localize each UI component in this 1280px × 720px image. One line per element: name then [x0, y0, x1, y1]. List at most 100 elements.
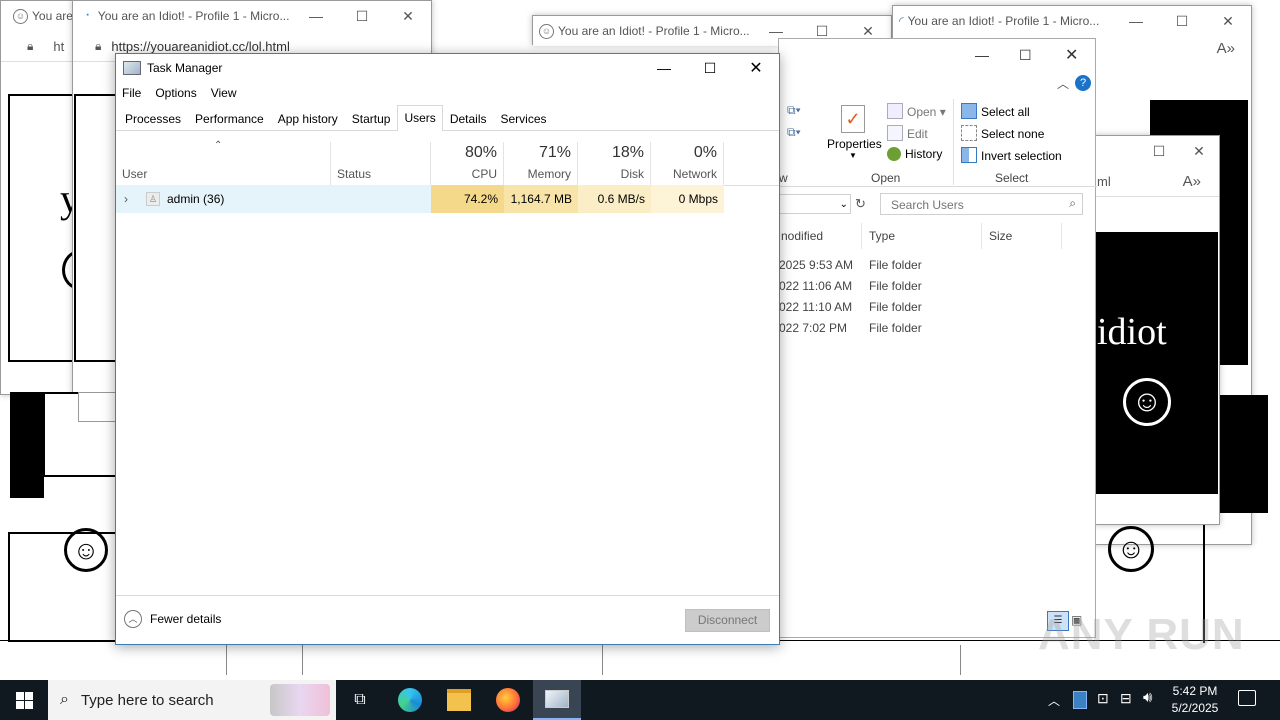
- browser-window-idiot[interactable]: ☐ ✕ ml A» idiot ☺: [1094, 135, 1220, 525]
- table-row[interactable]: › ♙ admin (36) 74.2% 1,164.7 MB 0.6 MB/s…: [116, 185, 724, 213]
- column-header-status[interactable]: Status: [331, 142, 431, 185]
- column-header-size[interactable]: Size: [989, 229, 1012, 243]
- file-row[interactable]: 022 11:10 AM File folder: [779, 300, 1079, 320]
- select-none-button[interactable]: Select none: [961, 125, 1044, 141]
- show-hidden-icons-button[interactable]: ︿: [1048, 692, 1060, 709]
- column-header-disk[interactable]: 18% Disk: [578, 142, 651, 185]
- close-button[interactable]: ✕: [1065, 45, 1078, 65]
- task-manager-titlebar[interactable]: Task Manager — ☐ ✕: [116, 54, 779, 82]
- file-row[interactable]: 022 11:06 AM File folder: [779, 279, 1079, 299]
- task-manager-taskbar-button[interactable]: [533, 680, 581, 720]
- column-separator: [981, 223, 982, 249]
- maximize-button[interactable]: ☐: [1019, 47, 1032, 64]
- column-header-type[interactable]: Type: [869, 229, 895, 243]
- firefox-taskbar-button[interactable]: [484, 680, 532, 720]
- tab-services[interactable]: Services: [494, 106, 554, 131]
- tab-users[interactable]: Users: [397, 105, 443, 131]
- menu-file[interactable]: File: [122, 86, 141, 100]
- idiot-popup-box: [8, 94, 78, 362]
- tab-performance[interactable]: Performance: [188, 106, 271, 131]
- tab-processes[interactable]: Processes: [118, 106, 188, 131]
- edit-icon: [887, 125, 903, 141]
- copy-path-icon[interactable]: ⧉▾: [787, 103, 801, 118]
- browser-title-3: You are an Idiot! - Profile 1 - Micro...: [558, 24, 750, 38]
- taskbar: ⌕ Type here to search ⧉ ︿ ⊡ ⊟ 🔊︎ 5:42 PM…: [0, 680, 1280, 720]
- properties-icon[interactable]: ✓: [841, 105, 865, 133]
- wired-network-icon[interactable]: ⊟: [1120, 690, 1132, 707]
- properties-button[interactable]: Properties: [827, 137, 882, 151]
- history-button[interactable]: History: [887, 147, 942, 161]
- minimize-button[interactable]: —: [975, 47, 989, 63]
- invert-selection-button[interactable]: Invert selection: [961, 147, 1062, 163]
- tab-startup[interactable]: Startup: [345, 106, 398, 131]
- file-modified: 022 7:02 PM: [779, 321, 848, 335]
- cpu-cell: 74.2%: [431, 185, 504, 213]
- minimize-button[interactable]: —: [641, 53, 687, 83]
- task-manager-window[interactable]: Task Manager — ☐ ✕ File Options View Pro…: [115, 53, 780, 645]
- anyrun-watermark: ANY RUN: [1038, 610, 1245, 659]
- close-button[interactable]: ✕: [1205, 6, 1251, 36]
- paste-shortcut-icon[interactable]: ⧉▾: [787, 125, 801, 140]
- address-dropdown[interactable]: ⌄: [779, 194, 851, 214]
- fewer-details-button[interactable]: ︿ Fewer details: [124, 610, 221, 628]
- disconnect-button[interactable]: Disconnect: [685, 609, 770, 632]
- network-status-icon[interactable]: [1073, 691, 1087, 709]
- edge-taskbar-button[interactable]: [386, 680, 434, 720]
- file-type: File folder: [869, 258, 922, 272]
- close-button[interactable]: ✕: [385, 1, 431, 31]
- help-icon[interactable]: ?: [1075, 75, 1091, 91]
- column-header-user[interactable]: ⌃ User: [116, 140, 331, 185]
- column-header-network[interactable]: 0% Network: [651, 142, 724, 185]
- ribbon-group-select: Select: [995, 171, 1029, 185]
- history-icon: [887, 147, 901, 161]
- collapse-ribbon-icon[interactable]: ︿: [1057, 75, 1069, 92]
- file-row[interactable]: 2025 9:53 AM File folder: [779, 258, 1079, 278]
- search-highlight-owl-icon: [270, 684, 330, 716]
- meet-now-icon[interactable]: ⊡: [1097, 690, 1109, 707]
- file-modified: 022 11:10 AM: [779, 300, 853, 314]
- open-button[interactable]: Open ▾: [887, 103, 946, 119]
- smiley-icon: ☺: [539, 23, 554, 39]
- invert-selection-label: Invert selection: [981, 149, 1062, 163]
- minimize-button[interactable]: —: [1113, 6, 1159, 36]
- close-button[interactable]: ✕: [1179, 136, 1219, 166]
- clock[interactable]: 5:42 PM 5/2/2025: [1168, 683, 1222, 717]
- menu-view[interactable]: View: [211, 86, 237, 100]
- select-none-label: Select none: [981, 127, 1045, 141]
- task-view-icon: ⧉: [354, 691, 366, 708]
- taskbar-search-box[interactable]: ⌕ Type here to search: [48, 680, 336, 720]
- column-header-memory[interactable]: 71% Memory: [504, 142, 578, 185]
- read-aloud-icon[interactable]: A»: [1217, 40, 1235, 57]
- edit-button[interactable]: Edit: [887, 125, 928, 141]
- tab-details[interactable]: Details: [443, 106, 494, 131]
- start-button[interactable]: [0, 680, 48, 720]
- search-input[interactable]: [889, 197, 1063, 213]
- address-bar[interactable]: https://youareanidiot.cc/lol.html: [111, 39, 289, 54]
- maximize-button[interactable]: ☐: [687, 53, 733, 83]
- task-manager-title: Task Manager: [147, 61, 223, 75]
- notifications-icon[interactable]: [1238, 690, 1256, 706]
- menu-options[interactable]: Options: [155, 86, 196, 100]
- properties-dropdown-icon[interactable]: ▼: [849, 151, 857, 160]
- maximize-button[interactable]: ☐: [1159, 6, 1205, 36]
- close-button[interactable]: ✕: [733, 53, 779, 83]
- ribbon-bottom-border: [779, 186, 1097, 187]
- expand-chevron-icon[interactable]: ›: [124, 185, 128, 213]
- maximize-button[interactable]: ☐: [339, 1, 385, 31]
- task-view-button[interactable]: ⧉: [336, 680, 384, 720]
- read-aloud-icon[interactable]: A»: [1183, 173, 1201, 190]
- disk-total-percent: 18%: [611, 144, 644, 161]
- column-header-modified[interactable]: nodified: [781, 229, 823, 243]
- file-explorer-window[interactable]: — ☐ ✕ ︿ ? ⧉▾ ⧉▾ w ✓ Properties ▼ Open ▾ …: [778, 38, 1097, 638]
- select-all-button[interactable]: Select all: [961, 103, 1030, 119]
- file-row[interactable]: 022 7:02 PM File folder: [779, 321, 1079, 341]
- maximize-button[interactable]: ☐: [1139, 136, 1179, 166]
- refresh-icon[interactable]: ↻: [855, 196, 866, 212]
- volume-icon[interactable]: 🔊︎: [1143, 689, 1152, 706]
- minimize-button[interactable]: —: [293, 1, 339, 31]
- column-header-cpu[interactable]: 80% CPU: [431, 142, 504, 185]
- search-box[interactable]: ⌕: [880, 193, 1083, 215]
- tab-app-history[interactable]: App history: [271, 106, 345, 131]
- file-explorer-taskbar-button[interactable]: [435, 680, 483, 720]
- edge-icon: [398, 688, 422, 712]
